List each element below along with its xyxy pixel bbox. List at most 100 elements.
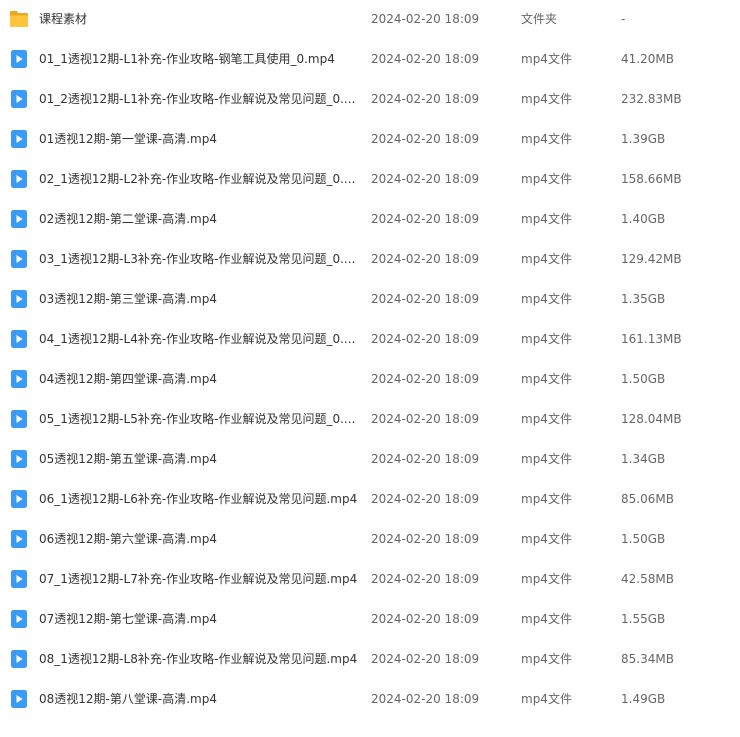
- video-file-icon: [9, 450, 29, 468]
- file-row[interactable]: 01_1透视12期-L1补充-作业攻略-钢笔工具使用_0.mp4 2024-02…: [0, 40, 740, 80]
- file-size: 1.50GB: [621, 372, 666, 386]
- file-type: mp4文件: [521, 612, 572, 626]
- file-type: mp4文件: [521, 92, 572, 106]
- file-type: mp4文件: [521, 252, 572, 266]
- video-file-icon: [9, 370, 29, 388]
- file-row[interactable]: 02_1透视12期-L2补充-作业攻略-作业解说及常见问题_0.... 2024…: [0, 160, 740, 200]
- video-file-icon: [9, 210, 29, 228]
- file-modified-date: 2024-02-20 18:09: [371, 332, 480, 346]
- file-type: mp4文件: [521, 692, 572, 706]
- file-type: mp4文件: [521, 372, 572, 386]
- video-file-icon: [9, 570, 29, 588]
- file-modified-date: 2024-02-20 18:09: [371, 692, 480, 706]
- file-type: 文件夹: [521, 12, 558, 26]
- file-name: 课程素材: [39, 12, 88, 26]
- file-row[interactable]: 05_1透视12期-L5补充-作业攻略-作业解说及常见问题_0.... 2024…: [0, 400, 740, 440]
- file-modified-date: 2024-02-20 18:09: [371, 172, 480, 186]
- file-size: 1.34GB: [621, 452, 666, 466]
- file-row[interactable]: 03透视12期-第三堂课-高清.mp4 2024-02-20 18:09 mp4…: [0, 280, 740, 320]
- file-size: 42.58MB: [621, 572, 674, 586]
- file-name: 01透视12期-第一堂课-高清.mp4: [39, 132, 217, 146]
- file-size: 1.55GB: [621, 612, 666, 626]
- file-name: 01_2透视12期-L1补充-作业攻略-作业解说及常见问题_0....: [39, 92, 356, 106]
- file-name: 07_1透视12期-L7补充-作业攻略-作业解说及常见问题.mp4: [39, 572, 357, 586]
- file-modified-date: 2024-02-20 18:09: [371, 452, 480, 466]
- file-type: mp4文件: [521, 532, 572, 546]
- file-modified-date: 2024-02-20 18:09: [371, 532, 480, 546]
- file-row[interactable]: 05透视12期-第五堂课-高清.mp4 2024-02-20 18:09 mp4…: [0, 440, 740, 480]
- video-file-icon: [9, 170, 29, 188]
- file-type: mp4文件: [521, 332, 572, 346]
- file-row[interactable]: 04_1透视12期-L4补充-作业攻略-作业解说及常见问题_0.... 2024…: [0, 320, 740, 360]
- file-size: 41.20MB: [621, 52, 674, 66]
- file-size: 158.66MB: [621, 172, 682, 186]
- video-file-icon: [9, 490, 29, 508]
- file-size: 1.39GB: [621, 132, 666, 146]
- file-type: mp4文件: [521, 292, 572, 306]
- file-name: 01_1透视12期-L1补充-作业攻略-钢笔工具使用_0.mp4: [39, 52, 335, 66]
- file-row[interactable]: 01透视12期-第一堂课-高清.mp4 2024-02-20 18:09 mp4…: [0, 120, 740, 160]
- file-size: 1.35GB: [621, 292, 666, 306]
- file-name: 05透视12期-第五堂课-高清.mp4: [39, 452, 217, 466]
- file-name: 08_1透视12期-L8补充-作业攻略-作业解说及常见问题.mp4: [39, 652, 357, 666]
- file-row[interactable]: 07_1透视12期-L7补充-作业攻略-作业解说及常见问题.mp4 2024-0…: [0, 560, 740, 600]
- file-type: mp4文件: [521, 492, 572, 506]
- file-row[interactable]: 08透视12期-第八堂课-高清.mp4 2024-02-20 18:09 mp4…: [0, 680, 740, 720]
- folder-row[interactable]: 课程素材 2024-02-20 18:09 文件夹 -: [0, 0, 740, 40]
- file-size: 161.13MB: [621, 332, 682, 346]
- file-name: 06_1透视12期-L6补充-作业攻略-作业解说及常见问题.mp4: [39, 492, 357, 506]
- file-row[interactable]: 04透视12期-第四堂课-高清.mp4 2024-02-20 18:09 mp4…: [0, 360, 740, 400]
- file-row[interactable]: 01_2透视12期-L1补充-作业攻略-作业解说及常见问题_0.... 2024…: [0, 80, 740, 120]
- file-size: 129.42MB: [621, 252, 682, 266]
- file-size: 1.49GB: [621, 692, 666, 706]
- video-file-icon: [9, 290, 29, 308]
- video-file-icon: [9, 330, 29, 348]
- file-size: -: [621, 12, 626, 26]
- file-modified-date: 2024-02-20 18:09: [371, 252, 480, 266]
- file-name: 08透视12期-第八堂课-高清.mp4: [39, 692, 217, 706]
- file-type: mp4文件: [521, 212, 572, 226]
- file-name: 05_1透视12期-L5补充-作业攻略-作业解说及常见问题_0....: [39, 412, 356, 426]
- file-type: mp4文件: [521, 52, 572, 66]
- file-name: 07透视12期-第七堂课-高清.mp4: [39, 612, 217, 626]
- file-type: mp4文件: [521, 132, 572, 146]
- video-file-icon: [9, 690, 29, 708]
- file-name: 02_1透视12期-L2补充-作业攻略-作业解说及常见问题_0....: [39, 172, 356, 186]
- file-modified-date: 2024-02-20 18:09: [371, 492, 480, 506]
- file-modified-date: 2024-02-20 18:09: [371, 212, 480, 226]
- file-type: mp4文件: [521, 172, 572, 186]
- video-file-icon: [9, 130, 29, 148]
- file-name: 03透视12期-第三堂课-高清.mp4: [39, 292, 217, 306]
- file-row[interactable]: 06_1透视12期-L6补充-作业攻略-作业解说及常见问题.mp4 2024-0…: [0, 480, 740, 520]
- file-size: 1.40GB: [621, 212, 666, 226]
- file-modified-date: 2024-02-20 18:09: [371, 612, 480, 626]
- file-name: 02透视12期-第二堂课-高清.mp4: [39, 212, 217, 226]
- file-row[interactable]: 08_1透视12期-L8补充-作业攻略-作业解说及常见问题.mp4 2024-0…: [0, 640, 740, 680]
- file-type: mp4文件: [521, 572, 572, 586]
- file-size: 128.04MB: [621, 412, 682, 426]
- file-row[interactable]: 03_1透视12期-L3补充-作业攻略-作业解说及常见问题_0.... 2024…: [0, 240, 740, 280]
- file-type: mp4文件: [521, 452, 572, 466]
- file-type: mp4文件: [521, 412, 572, 426]
- video-file-icon: [9, 650, 29, 668]
- video-file-icon: [9, 610, 29, 628]
- file-row[interactable]: 07透视12期-第七堂课-高清.mp4 2024-02-20 18:09 mp4…: [0, 600, 740, 640]
- file-modified-date: 2024-02-20 18:09: [371, 12, 480, 26]
- video-file-icon: [9, 530, 29, 548]
- folder-icon: [9, 10, 29, 28]
- video-file-icon: [9, 50, 29, 68]
- video-file-icon: [9, 250, 29, 268]
- file-row[interactable]: 06透视12期-第六堂课-高清.mp4 2024-02-20 18:09 mp4…: [0, 520, 740, 560]
- file-modified-date: 2024-02-20 18:09: [371, 412, 480, 426]
- file-size: 85.06MB: [621, 492, 674, 506]
- file-name: 06透视12期-第六堂课-高清.mp4: [39, 532, 217, 546]
- file-name: 04透视12期-第四堂课-高清.mp4: [39, 372, 217, 386]
- file-size: 85.34MB: [621, 652, 674, 666]
- file-modified-date: 2024-02-20 18:09: [371, 52, 480, 66]
- file-size: 1.50GB: [621, 532, 666, 546]
- file-modified-date: 2024-02-20 18:09: [371, 652, 480, 666]
- file-row[interactable]: 02透视12期-第二堂课-高清.mp4 2024-02-20 18:09 mp4…: [0, 200, 740, 240]
- file-size: 232.83MB: [621, 92, 682, 106]
- file-name: 04_1透视12期-L4补充-作业攻略-作业解说及常见问题_0....: [39, 332, 356, 346]
- file-list: 课程素材 2024-02-20 18:09 文件夹 - 01_1透视12期-L1…: [0, 0, 740, 737]
